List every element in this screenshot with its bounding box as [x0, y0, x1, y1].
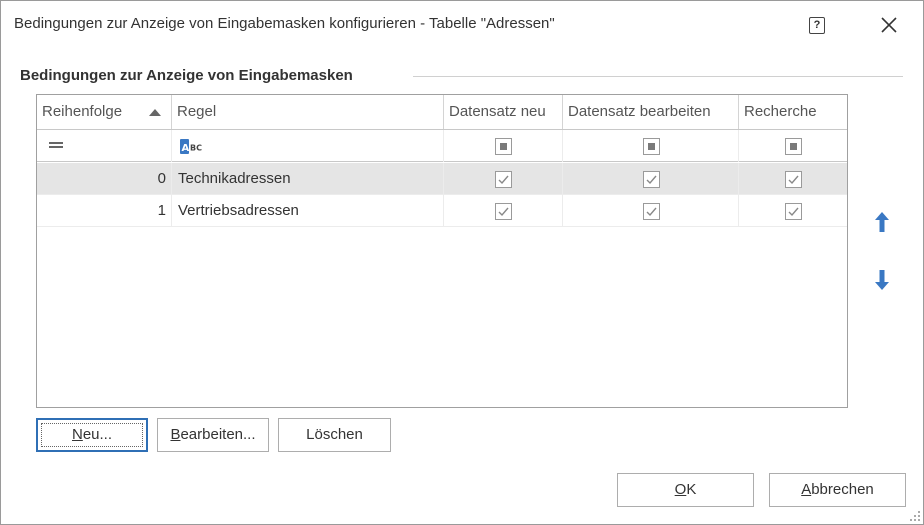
group-title: Bedingungen zur Anzeige von Eingabemaske… [20, 67, 353, 84]
title-bar: Bedingungen zur Anzeige von Eingabemaske… [1, 1, 923, 49]
ok-button[interactable]: OK [617, 473, 754, 507]
checkmark-icon [788, 207, 799, 217]
column-header-reihenfolge[interactable]: Reihenfolge [37, 95, 172, 129]
cell-datensatz-neu [444, 163, 563, 195]
svg-text:A: A [182, 143, 190, 154]
cell-regel: Vertriebsadressen [172, 195, 444, 227]
checkmark-icon [646, 175, 657, 185]
filter-cell-datensatz-neu[interactable] [444, 130, 563, 162]
filter-checkbox-datensatz-neu[interactable] [495, 138, 512, 155]
filter-cell-regel[interactable]: A BC [37, 130, 444, 162]
resize-grip-icon[interactable] [910, 511, 920, 521]
table-row[interactable]: 0 Technikadressen [37, 163, 847, 195]
checkmark-icon [788, 175, 799, 185]
edit-button[interactable]: Bearbeiten... [157, 418, 269, 452]
cell-datensatz-bearbeiten [563, 195, 739, 227]
checkbox-datensatz-neu[interactable] [495, 171, 512, 188]
focus-rect [41, 423, 143, 447]
group-divider [413, 76, 903, 77]
arrow-up-icon[interactable] [873, 210, 891, 234]
dialog-window: Bedingungen zur Anzeige von Eingabemaske… [0, 0, 924, 525]
conditions-grid[interactable]: Reihenfolge Regel Datensatz neu Datensat… [36, 94, 848, 408]
filter-row[interactable]: A BC [37, 130, 847, 162]
svg-text:BC: BC [190, 144, 202, 153]
cell-regel: Technikadressen [172, 163, 444, 195]
cancel-button[interactable]: Abbrechen [769, 473, 906, 507]
help-icon[interactable]: ? [809, 17, 825, 34]
column-header-datensatz-neu[interactable]: Datensatz neu [444, 95, 563, 129]
table-row[interactable]: 1 Vertriebsadressen [37, 195, 847, 227]
filter-cell-recherche[interactable] [739, 130, 847, 162]
filter-cell-datensatz-bearbeiten[interactable] [563, 130, 739, 162]
checkbox-recherche[interactable] [785, 171, 802, 188]
checkbox-datensatz-bearbeiten[interactable] [643, 203, 660, 220]
column-header-recherche[interactable]: Recherche [739, 95, 847, 129]
cell-reihenfolge: 1 [37, 195, 172, 227]
filter-checkbox-recherche[interactable] [785, 138, 802, 155]
window-title: Bedingungen zur Anzeige von Eingabemaske… [14, 15, 555, 32]
column-header-regel[interactable]: Regel [172, 95, 444, 129]
cell-datensatz-bearbeiten [563, 163, 739, 195]
cell-reihenfolge: 0 [37, 163, 172, 195]
cell-recherche [739, 195, 847, 227]
delete-button[interactable]: Löschen [278, 418, 391, 452]
arrow-down-icon[interactable] [873, 268, 891, 292]
checkbox-recherche[interactable] [785, 203, 802, 220]
cell-datensatz-neu [444, 195, 563, 227]
checkbox-datensatz-bearbeiten[interactable] [643, 171, 660, 188]
checkbox-datensatz-neu[interactable] [495, 203, 512, 220]
cell-recherche [739, 163, 847, 195]
checkmark-icon [498, 175, 509, 185]
close-icon[interactable] [878, 14, 900, 36]
checkmark-icon [646, 207, 657, 217]
checkmark-icon [498, 207, 509, 217]
abc-text-filter-icon: A BC [180, 139, 202, 154]
filter-checkbox-datensatz-bearbeiten[interactable] [643, 138, 660, 155]
new-button[interactable]: Neu... [36, 418, 148, 452]
sort-ascending-icon [149, 109, 161, 116]
column-header-datensatz-bearbeiten[interactable]: Datensatz bearbeiten [563, 95, 739, 129]
